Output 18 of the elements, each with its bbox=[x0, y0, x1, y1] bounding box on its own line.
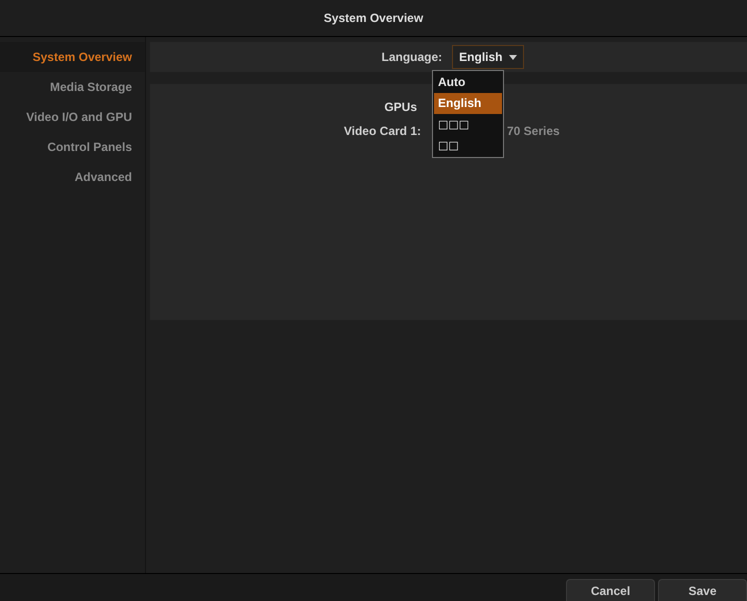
dropdown-option[interactable]: Auto bbox=[434, 72, 502, 93]
field-value: 70 Series bbox=[507, 123, 560, 140]
language-label: Language: bbox=[381, 49, 442, 66]
dropdown-option[interactable]: English bbox=[434, 93, 502, 114]
sidebar-item[interactable]: Video I/O and GPU bbox=[0, 102, 145, 132]
section-heading: GPUs bbox=[383, 99, 418, 116]
sidebar-item[interactable]: Control Panels bbox=[0, 132, 145, 162]
cancel-button[interactable]: Cancel bbox=[566, 579, 655, 601]
dropdown-option[interactable]: □□□ bbox=[434, 114, 502, 135]
window-title: System Overview bbox=[324, 10, 424, 27]
sidebar-item[interactable]: Advanced bbox=[0, 162, 145, 192]
caret-icon bbox=[508, 54, 516, 60]
save-button[interactable]: Save bbox=[658, 579, 747, 601]
field-label: Video Card 1: bbox=[342, 123, 421, 140]
sidebar-item[interactable]: System Overview bbox=[0, 42, 145, 72]
sidebar-item[interactable]: Media Storage bbox=[0, 72, 145, 102]
dropdown-option[interactable]: □□ bbox=[434, 135, 502, 156]
language-dropdown[interactable]: English bbox=[452, 45, 524, 69]
